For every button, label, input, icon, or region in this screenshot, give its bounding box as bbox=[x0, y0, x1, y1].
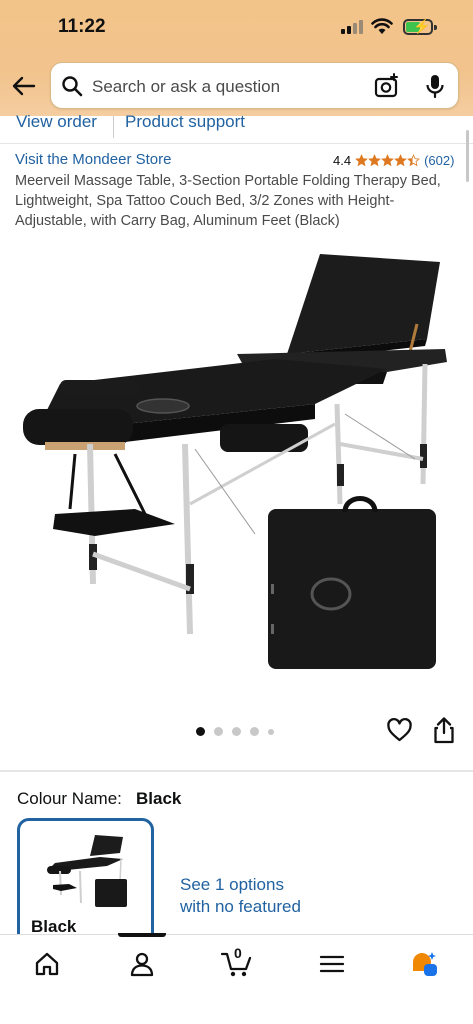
heart-icon[interactable] bbox=[386, 717, 413, 744]
view-order-link[interactable]: View order bbox=[16, 112, 97, 132]
home-icon[interactable] bbox=[33, 950, 61, 978]
battery-icon: ⚡ bbox=[403, 18, 437, 35]
microphone-icon[interactable] bbox=[424, 73, 446, 99]
carousel-dot[interactable] bbox=[196, 727, 205, 736]
link-divider bbox=[113, 116, 114, 138]
menu-icon[interactable] bbox=[318, 950, 346, 978]
carousel-dot[interactable] bbox=[232, 727, 241, 736]
rating-summary[interactable]: 4.4 (602) bbox=[333, 151, 454, 169]
product-title: Meerveil Massage Table, 3-Section Portab… bbox=[15, 173, 441, 229]
signal-icon bbox=[341, 20, 365, 34]
order-links-row: View order Product support bbox=[0, 112, 473, 144]
share-icon[interactable] bbox=[432, 716, 456, 744]
status-time: 11:22 bbox=[58, 16, 106, 37]
wifi-icon bbox=[371, 18, 393, 34]
section-divider bbox=[0, 770, 473, 772]
search-input[interactable]: Search or ask a question bbox=[92, 77, 280, 97]
colour-selected-value: Black bbox=[136, 789, 182, 808]
star-icon bbox=[355, 153, 368, 166]
colour-name-label: Colour Name: bbox=[17, 789, 122, 808]
account-icon[interactable] bbox=[128, 950, 156, 978]
search-icon bbox=[62, 76, 83, 97]
star-icon bbox=[407, 153, 420, 166]
visit-store-link[interactable]: Visit the Mondeer Store bbox=[15, 151, 171, 168]
cart-count-badge: 0 bbox=[234, 945, 242, 961]
star-icon bbox=[394, 153, 407, 166]
rating-count[interactable]: (602) bbox=[424, 153, 454, 168]
search-bar[interactable]: Search or ask a question bbox=[50, 62, 459, 109]
image-carousel-dots[interactable] bbox=[196, 727, 286, 737]
see-options-link[interactable]: See 1 options with no featured bbox=[180, 874, 310, 918]
active-tab-indicator bbox=[118, 933, 166, 937]
scrollbar[interactable] bbox=[466, 130, 469, 182]
product-support-link[interactable]: Product support bbox=[125, 112, 245, 132]
carousel-dot[interactable] bbox=[250, 727, 259, 736]
star-rating bbox=[355, 153, 420, 167]
carousel-dot[interactable] bbox=[268, 728, 274, 735]
back-arrow-icon[interactable] bbox=[10, 72, 38, 100]
star-icon bbox=[381, 153, 394, 166]
rating-value: 4.4 bbox=[333, 152, 352, 168]
rufus-icon[interactable] bbox=[410, 950, 438, 978]
camera-search-icon[interactable] bbox=[374, 73, 400, 99]
app-header: 11:22 ⚡ Search or ask a question bbox=[0, 0, 473, 116]
carousel-dot[interactable] bbox=[214, 727, 223, 736]
swatch-thumbnail bbox=[47, 835, 127, 907]
star-icon bbox=[368, 153, 381, 166]
product-image[interactable] bbox=[15, 244, 463, 684]
